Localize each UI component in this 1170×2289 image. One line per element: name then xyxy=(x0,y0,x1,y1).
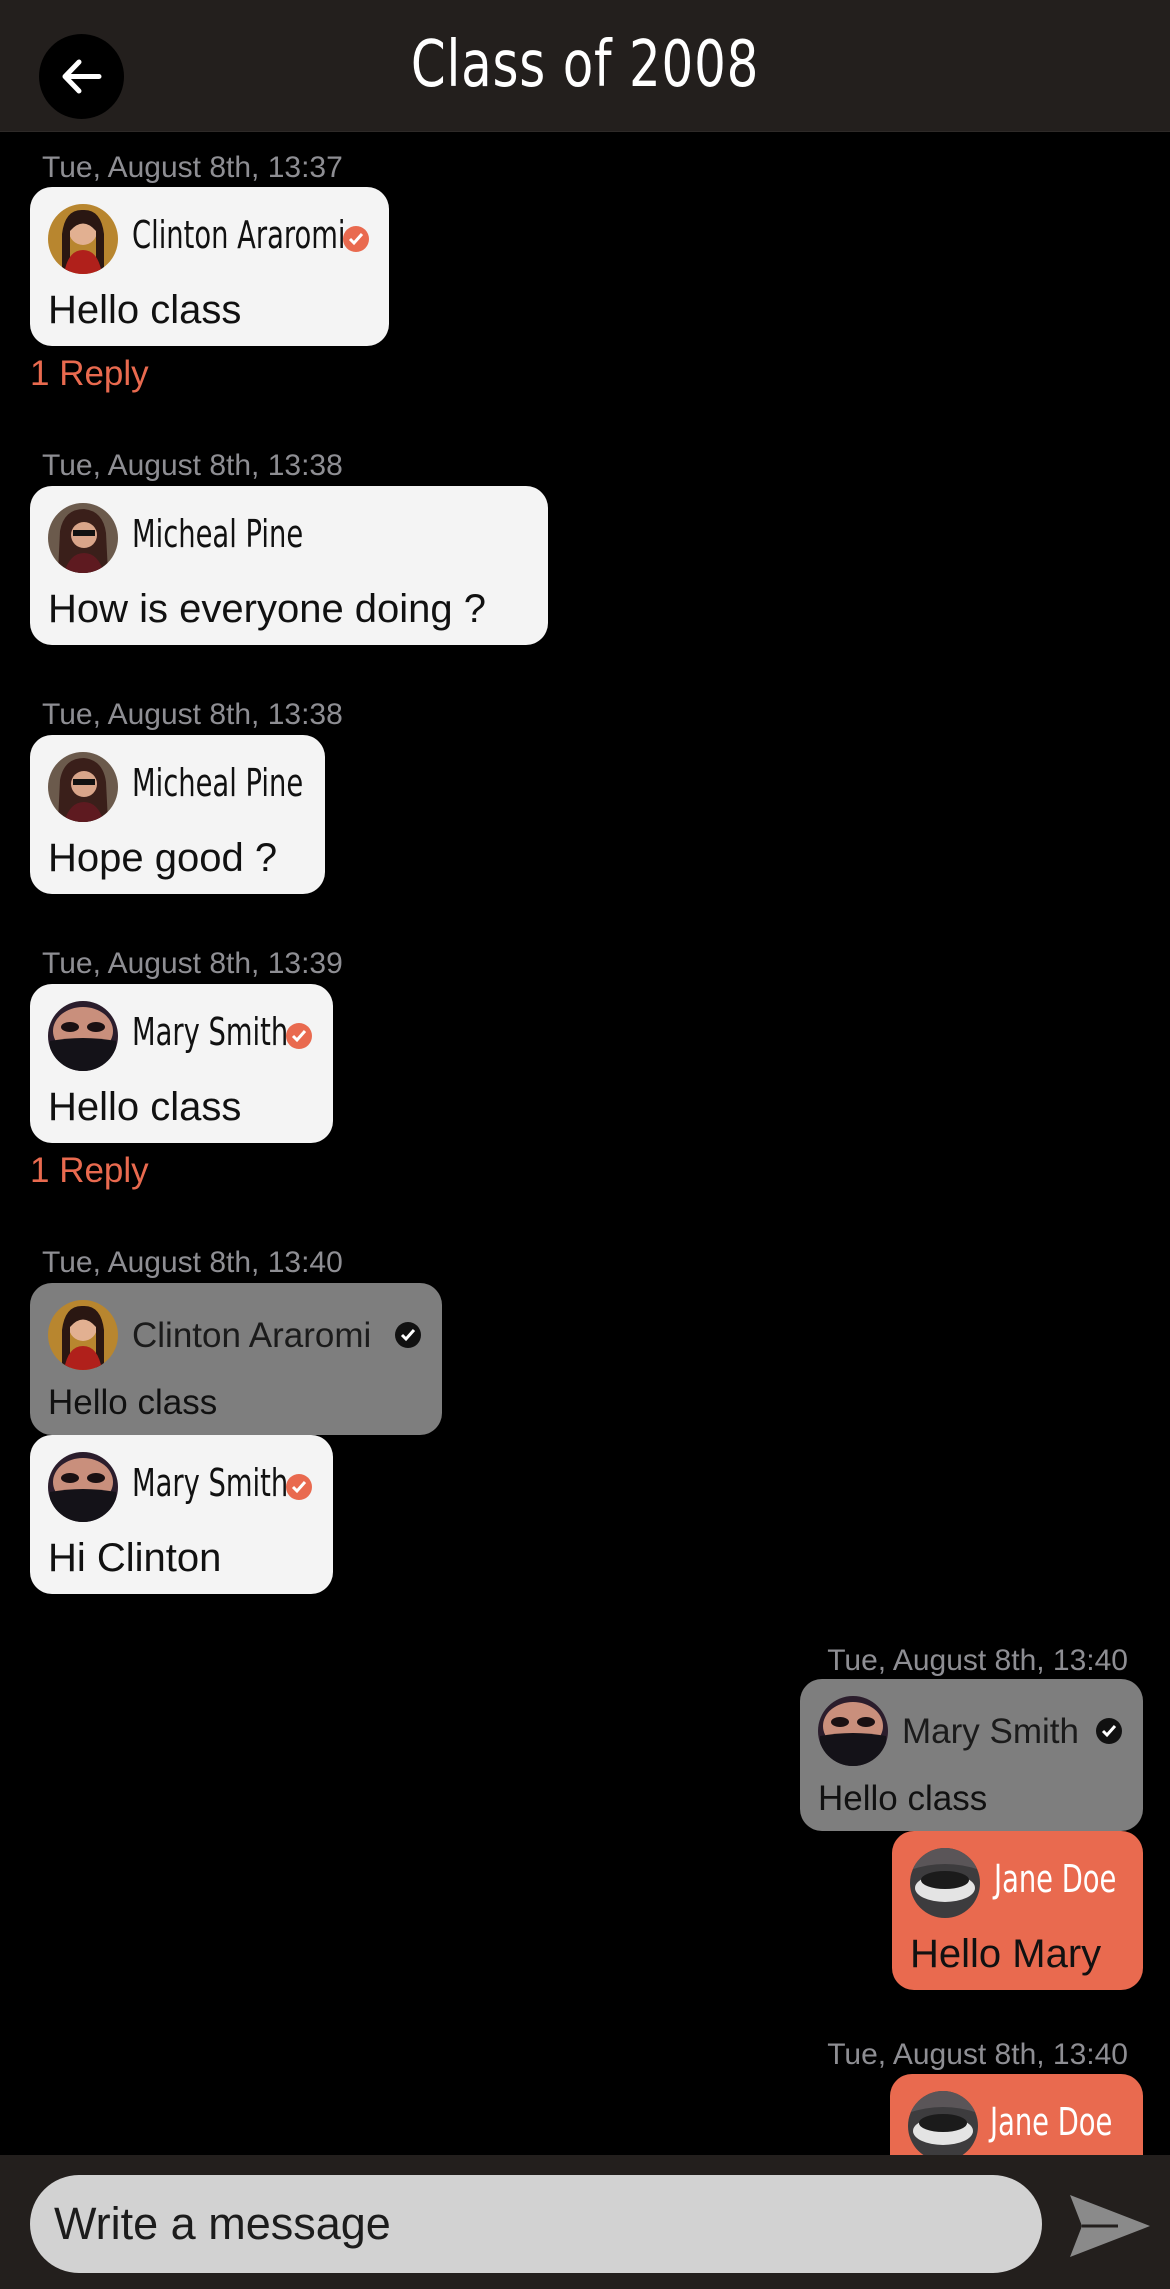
verified-badge-icon xyxy=(286,1474,312,1500)
verified-badge-icon xyxy=(286,1023,312,1049)
message-text: Hello class xyxy=(48,1085,242,1129)
author-name: Micheal Pine xyxy=(132,761,304,805)
quoted-message-text: Hello class xyxy=(818,1779,988,1818)
avatar[interactable] xyxy=(48,503,118,573)
arrow-left-icon xyxy=(62,59,102,94)
message-timestamp: Tue, August 8th, 13:39 xyxy=(42,947,343,980)
message-bubble[interactable]: Mary Smith Hi Clinton xyxy=(30,1435,333,1594)
verified-badge-icon xyxy=(1096,1718,1122,1744)
quoted-message-text: Hello class xyxy=(48,1383,218,1422)
avatar[interactable] xyxy=(910,1848,980,1918)
header-bar: Class of 2008 xyxy=(0,0,1170,132)
quoted-author-name: Clinton Araromi xyxy=(132,1316,372,1355)
message-timestamp: Tue, August 8th, 13:38 xyxy=(42,449,343,482)
message-bubble[interactable]: Micheal Pine Hope good ? xyxy=(30,735,325,894)
avatar[interactable] xyxy=(48,1452,118,1522)
reply-link[interactable]: 1 Reply xyxy=(30,354,149,394)
author-name: Jane Doe xyxy=(994,1857,1117,1901)
page-title: Class of 2008 xyxy=(410,28,760,102)
message-text: Hi Clinton xyxy=(48,1536,222,1580)
author-name: Mary Smith xyxy=(132,1461,289,1505)
message-bubble[interactable]: Clinton Araromi Hello class xyxy=(30,187,389,346)
author-name: Clinton Araromi xyxy=(132,213,346,257)
avatar[interactable] xyxy=(818,1696,888,1766)
back-button[interactable] xyxy=(39,34,124,119)
verified-badge-icon xyxy=(395,1322,421,1348)
avatar[interactable] xyxy=(48,204,118,274)
message-composer xyxy=(0,2155,1170,2289)
message-text: How is everyone doing ? xyxy=(48,587,487,631)
quoted-author-name: Mary Smith xyxy=(902,1712,1079,1751)
author-name: Micheal Pine xyxy=(132,512,304,556)
send-icon xyxy=(1070,2195,1150,2257)
message-timestamp: Tue, August 8th, 13:40 xyxy=(827,1644,1128,1677)
message-bubble[interactable]: Jane Doe Hello Mary xyxy=(892,1831,1143,1990)
message-timestamp: Tue, August 8th, 13:38 xyxy=(42,698,343,731)
author-name: Jane Doe xyxy=(990,2100,1113,2144)
verified-badge-icon xyxy=(343,226,369,252)
quoted-message[interactable]: Clinton Araromi Hello class xyxy=(30,1283,442,1435)
message-bubble[interactable]: Mary Smith Hello class xyxy=(30,984,333,1143)
message-input[interactable] xyxy=(30,2175,1042,2273)
message-bubble[interactable]: Micheal Pine How is everyone doing ? xyxy=(30,486,548,645)
message-timestamp: Tue, August 8th, 13:40 xyxy=(42,1246,343,1279)
avatar[interactable] xyxy=(908,2091,978,2155)
message-list[interactable]: Tue, August 8th, 13:37 Clinton Araromi H… xyxy=(0,131,1170,2155)
message-timestamp: Tue, August 8th, 13:40 xyxy=(827,2038,1128,2071)
avatar[interactable] xyxy=(48,752,118,822)
quoted-message[interactable]: Mary Smith Hello class xyxy=(800,1679,1143,1831)
avatar[interactable] xyxy=(48,1001,118,1071)
message-text: Hello Mary xyxy=(910,1932,1102,1976)
reply-link[interactable]: 1 Reply xyxy=(30,1151,149,1191)
message-timestamp: Tue, August 8th, 13:37 xyxy=(42,151,343,184)
send-button[interactable] xyxy=(1068,2191,1152,2261)
message-bubble[interactable]: Jane Doe xyxy=(890,2074,1143,2155)
avatar[interactable] xyxy=(48,1300,118,1370)
message-text: Hope good ? xyxy=(48,836,278,880)
message-text: Hello class xyxy=(48,288,242,332)
author-name: Mary Smith xyxy=(132,1010,289,1054)
